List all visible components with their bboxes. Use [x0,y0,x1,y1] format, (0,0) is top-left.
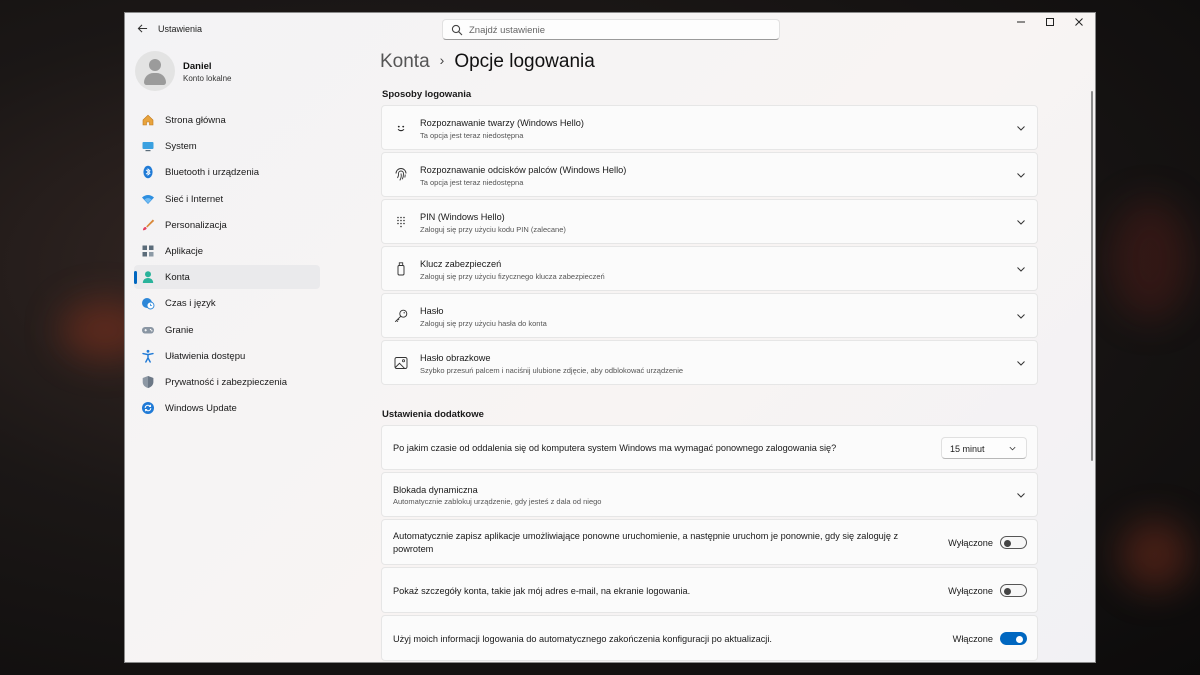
sign-in-option-password[interactable]: Hasło Zaloguj się przy użyciu hasła do k… [381,293,1038,338]
gamepad-icon [142,326,154,333]
sidebar-item-network[interactable]: Sieć i Internet [134,187,320,211]
chevron-down-icon [1017,314,1025,319]
wallpaper-glow [1110,200,1190,320]
wifi-icon [142,194,154,204]
sidebar-nav: Strona główna System Bluetooth i urządze… [134,108,320,422]
avatar [135,51,175,91]
section-title-sign-in-methods: Sposoby logowania [382,89,472,100]
active-indicator [134,271,137,285]
section-title-additional-settings: Ustawienia dodatkowe [382,409,484,420]
sidebar-item-windows-update[interactable]: Windows Update [134,396,320,420]
auto-finish-setup-toggle[interactable] [1000,632,1027,645]
sign-in-option-fingerprint[interactable]: Rozpoznawanie odcisków palców (Windows H… [381,152,1038,197]
shield-icon [142,375,154,388]
profile-name: Daniel [183,61,212,72]
sidebar-item-gaming[interactable]: Granie [134,318,320,342]
chevron-down-icon [1017,361,1025,366]
settings-window: Ustawienia Znajdź ustawienie Daniel Kont… [124,12,1096,663]
sidebar-item-apps[interactable]: Aplikacje [134,239,320,263]
app-title: Ustawienia [158,24,203,34]
require-signin-label: Po jakim czasie od oddalenia się od komp… [393,443,837,453]
pin-keypad-icon [397,216,405,228]
accessibility-icon [142,349,154,363]
sidebar-item-system[interactable]: System [134,134,320,158]
close-button[interactable] [1065,13,1093,35]
breadcrumb: Konta › Opcje logowania [380,51,595,77]
close-icon [1075,18,1083,26]
dynamic-lock-subtitle: Automatycznie zablokuj urządzenie, gdy j… [393,497,602,506]
require-signin-dropdown[interactable]: 15 minut [941,437,1027,459]
auto-finish-setup-setting: Użyj moich informacji logowania do autom… [381,615,1038,661]
apps-icon [142,245,154,257]
search-placeholder: Znajdź ustawienie [469,25,546,36]
breadcrumb-separator: › [439,52,445,68]
sign-in-option-face[interactable]: Rozpoznawanie twarzy (Windows Hello) Ta … [381,105,1038,150]
dynamic-lock-title: Blokada dynamiczna [393,485,478,495]
sign-in-option-pin[interactable]: PIN (Windows Hello) Zaloguj się przy uży… [381,199,1038,244]
require-signin-setting: Po jakim czasie od oddalenia się od komp… [381,425,1038,470]
sidebar-item-time-language[interactable]: Czas i język [134,291,320,315]
sidebar-item-accessibility[interactable]: Ułatwienia dostępu [134,344,320,368]
show-account-details-label: Pokaż szczegóły konta, takie jak mój adr… [393,586,691,596]
bluetooth-icon [143,166,153,179]
profile-account-type: Konto lokalne [183,74,232,83]
maximize-button[interactable] [1036,13,1064,35]
restart-apps-label: Automatycznie zapisz aplikacje umożliwia… [393,531,899,554]
chevron-down-icon [1017,493,1025,498]
search-icon [451,24,463,36]
page-title: Opcje logowania [454,51,595,72]
breadcrumb-parent-link[interactable]: Konta [380,51,430,72]
fingerprint-icon [395,168,407,181]
wallpaper-glow [1120,520,1190,590]
home-icon [142,114,154,126]
back-arrow-icon [137,24,147,33]
restart-apps-toggle[interactable] [1000,536,1027,549]
sign-in-option-picture-password[interactable]: Hasło obrazkowe Szybko przesuń palcem i … [381,340,1038,385]
auto-finish-setup-state: Włączone [952,634,993,644]
sidebar-item-personalization[interactable]: Personalizacja [134,213,320,237]
picture-icon [394,357,408,369]
key-icon [394,309,408,323]
title-bar: Ustawienia Znajdź ustawienie [125,13,1095,47]
sidebar-item-accounts[interactable]: Konta [134,265,320,290]
minimize-button[interactable] [1007,13,1035,35]
security-key-icon [397,262,405,276]
restart-apps-state: Wyłączone [948,538,993,548]
chevron-down-icon [1009,446,1016,451]
show-account-details-toggle[interactable] [1000,584,1027,597]
sidebar-item-bluetooth[interactable]: Bluetooth i urządzenia [134,160,320,184]
update-icon [142,402,154,415]
minimize-icon [1017,21,1025,23]
maximize-icon [1046,18,1054,26]
monitor-icon [142,142,154,152]
dynamic-lock-setting[interactable]: Blokada dynamiczna Automatycznie zabloku… [381,472,1038,517]
back-button[interactable] [133,21,151,39]
sidebar-item-home[interactable]: Strona główna [134,108,320,132]
clock-globe-icon [142,298,155,310]
restart-apps-setting: Automatycznie zapisz aplikacje umożliwia… [381,519,1038,565]
chevron-down-icon [1017,267,1025,272]
require-signin-value: 15 minut [950,444,985,454]
search-box[interactable]: Znajdź ustawienie [442,19,780,40]
brush-icon [142,219,155,231]
face-icon [397,125,405,132]
chevron-down-icon [1017,220,1025,225]
chevron-down-icon [1017,173,1025,178]
chevron-down-icon [1017,126,1025,131]
sidebar-item-privacy[interactable]: Prywatność i zabezpieczenia [134,370,320,394]
auto-finish-setup-label: Użyj moich informacji logowania do autom… [393,634,772,644]
show-account-details-setting: Pokaż szczegóły konta, takie jak mój adr… [381,567,1038,613]
scrollbar[interactable] [1091,91,1093,461]
sign-in-option-security-key[interactable]: Klucz zabezpieczeń Zaloguj się przy użyc… [381,246,1038,291]
show-account-details-state: Wyłączone [948,586,993,596]
account-icon [142,271,154,284]
